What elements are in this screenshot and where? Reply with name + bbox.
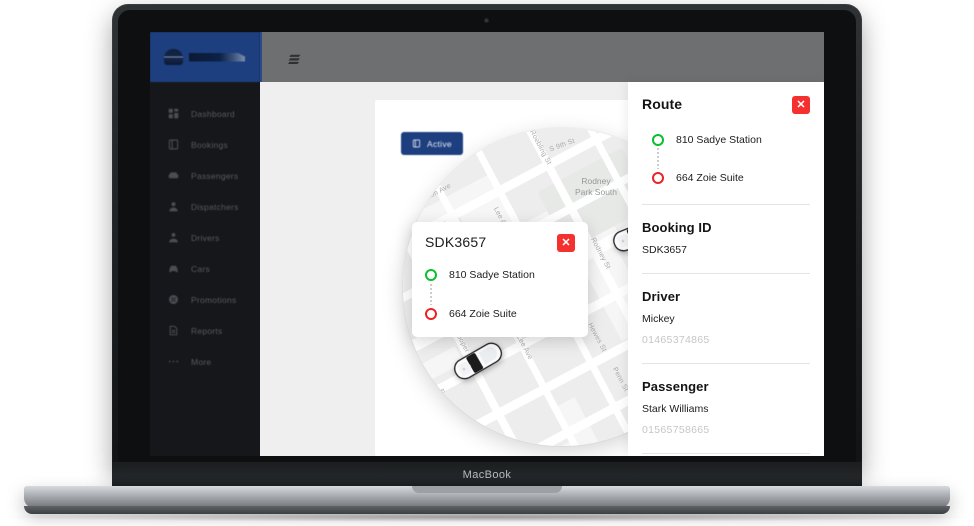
- laptop-base: [24, 486, 950, 508]
- detail-pickup-row: 810 Sadye Station: [652, 130, 810, 149]
- detail-pickup-label: 810 Sadye Station: [676, 133, 762, 146]
- promotions-icon: [168, 294, 179, 305]
- webcam-icon: [484, 18, 489, 23]
- divider: [642, 363, 810, 364]
- screenshot-stage: Dashboard Bookings Passengers Dispatcher…: [0, 0, 974, 526]
- map-popup-pickup-row: 810 Sadye Station: [425, 265, 575, 284]
- pickup-marker-icon: [425, 268, 437, 281]
- sidebar-item-more[interactable]: More: [150, 346, 260, 377]
- detail-panel-close-button[interactable]: ✕: [792, 96, 810, 114]
- app-window: Dashboard Bookings Passengers Dispatcher…: [150, 32, 824, 456]
- sidebar-item-drivers[interactable]: Drivers: [150, 222, 260, 253]
- route-connector: [657, 147, 659, 169]
- map-popup-pickup-label: 810 Sadye Station: [449, 268, 535, 281]
- passenger-title: Passenger: [642, 379, 709, 394]
- passengers-icon: [168, 170, 179, 181]
- map-popup-route-list: 810 Sadye Station 664 Zoie Suite: [425, 265, 575, 323]
- more-icon: [168, 356, 179, 367]
- top-bar: [260, 32, 824, 82]
- reports-icon: [168, 325, 179, 336]
- laptop-base-foot: [24, 506, 950, 514]
- driver-phone: 01465374865: [642, 334, 710, 346]
- detail-panel-header: Route ✕: [642, 96, 810, 114]
- brand-wordmark: [189, 52, 245, 62]
- sidebar-item-passengers[interactable]: Passengers: [150, 160, 260, 191]
- sidebar: Dashboard Bookings Passengers Dispatcher…: [150, 32, 260, 456]
- hamburger-menu-icon[interactable]: [287, 52, 302, 64]
- passenger-phone: 01565758665: [642, 424, 710, 436]
- booking-detail-panel: Route ✕ 810 Sadye Station 664 Zoie Suite…: [628, 82, 824, 456]
- sidebar-item-label: Drivers: [191, 232, 220, 243]
- sidebar-item-label: Dashboard: [191, 108, 235, 119]
- dashboard-icon: [168, 108, 179, 119]
- detail-dropoff-row: 664 Zoie Suite: [652, 168, 810, 187]
- bookings-icon: [168, 139, 179, 150]
- sidebar-item-dashboard[interactable]: Dashboard: [150, 98, 260, 129]
- driver-name: Mickey: [642, 313, 675, 325]
- dropoff-marker-icon: [652, 171, 664, 184]
- sidebar-item-cars[interactable]: Cars: [150, 253, 260, 284]
- booking-id-value: SDK3657: [642, 244, 687, 256]
- lid-bottom-bar: MacBook: [112, 462, 862, 488]
- detail-dropoff-label: 664 Zoie Suite: [676, 171, 744, 184]
- work-area: Active: [260, 82, 824, 456]
- content-area: Active: [260, 32, 824, 456]
- sidebar-item-label: Bookings: [191, 139, 228, 150]
- divider: [642, 453, 810, 454]
- dropoff-marker-icon: [425, 307, 437, 320]
- macbook-wordmark: MacBook: [462, 469, 512, 481]
- divider: [642, 204, 810, 205]
- pickup-marker-icon: [652, 133, 664, 146]
- divider: [642, 273, 810, 274]
- sidebar-item-bookings[interactable]: Bookings: [150, 129, 260, 160]
- map-popup-header: SDK3657 ✕: [425, 234, 575, 252]
- dispatchers-icon: [168, 201, 179, 212]
- sidebar-item-label: Dispatchers: [191, 201, 239, 212]
- drivers-icon: [168, 232, 179, 243]
- sidebar-item-label: Cars: [191, 263, 210, 274]
- map-popup-title: SDK3657: [425, 234, 487, 250]
- driver-title: Driver: [642, 289, 681, 304]
- sidebar-item-label: Reports: [191, 325, 223, 336]
- sidebar-item-reports[interactable]: Reports: [150, 315, 260, 346]
- route-connector: [430, 283, 432, 305]
- sidebar-item-dispatchers[interactable]: Dispatchers: [150, 191, 260, 222]
- cars-icon: [168, 263, 179, 274]
- map-booking-popup: SDK3657 ✕ 810 Sadye Station 664 Zoie Sui…: [412, 222, 588, 337]
- laptop-screen: Dashboard Bookings Passengers Dispatcher…: [150, 32, 824, 456]
- sidebar-item-label: More: [191, 356, 212, 367]
- map-popup-dropoff-row: 664 Zoie Suite: [425, 304, 575, 323]
- passenger-name: Stark Williams: [642, 403, 709, 415]
- brand-logo[interactable]: [150, 32, 260, 82]
- route-section-title: Route: [642, 96, 683, 112]
- sidebar-item-label: Passengers: [191, 170, 239, 181]
- laptop-base-notch: [412, 486, 562, 493]
- detail-route-list: 810 Sadye Station 664 Zoie Suite: [642, 130, 810, 187]
- map-popup-close-button[interactable]: ✕: [557, 234, 575, 252]
- booking-id-title: Booking ID: [642, 220, 712, 235]
- sidebar-menu: Dashboard Bookings Passengers Dispatcher…: [150, 82, 260, 377]
- sidebar-item-promotions[interactable]: Promotions: [150, 284, 260, 315]
- map-popup-dropoff-label: 664 Zoie Suite: [449, 307, 517, 320]
- taxi-logo-icon: [164, 49, 183, 65]
- sidebar-item-label: Promotions: [191, 294, 237, 305]
